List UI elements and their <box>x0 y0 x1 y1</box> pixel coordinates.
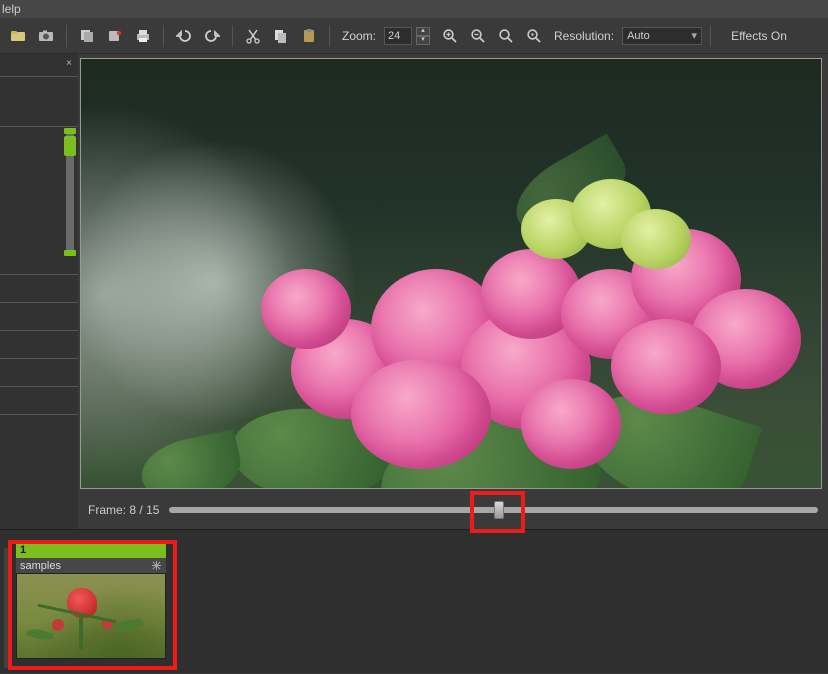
clip-settings-icon[interactable] <box>151 560 162 571</box>
stack-button[interactable] <box>75 24 99 48</box>
toolbar: Zoom: 24 ▴▾ Resolution: Auto Effects On <box>0 18 828 54</box>
frame-label: Frame: 8 / 15 <box>88 503 159 517</box>
zoom-spin-up[interactable]: ▴ <box>416 27 430 36</box>
zoom-in-button[interactable] <box>438 24 462 48</box>
separator <box>710 25 711 47</box>
effects-toggle[interactable]: Effects On <box>731 29 787 43</box>
timeline-panel: 1 samples <box>0 529 828 673</box>
canvas-area <box>78 54 828 491</box>
track-thumb[interactable] <box>64 136 76 156</box>
paste-button[interactable] <box>297 24 321 48</box>
camera-icon <box>38 28 54 44</box>
panel-divider <box>0 76 78 77</box>
track-cap-bottom[interactable] <box>64 250 76 256</box>
print-button[interactable] <box>131 24 155 48</box>
copy-icon <box>273 28 289 44</box>
panel-divider <box>0 126 78 127</box>
zoom-value[interactable]: 24 <box>384 27 412 45</box>
zoom-spin-down[interactable]: ▾ <box>416 36 430 45</box>
zoom-out-icon <box>470 28 486 44</box>
paste-icon <box>301 28 317 44</box>
panel-divider <box>0 358 78 359</box>
open-icon <box>10 28 26 44</box>
preview-pane: Frame: 8 / 15 <box>78 54 828 529</box>
open-button[interactable] <box>6 24 30 48</box>
camera-button[interactable] <box>34 24 58 48</box>
menu-help[interactable]: lelp <box>2 2 21 16</box>
copy-button[interactable] <box>269 24 293 48</box>
clip-index: 1 <box>16 544 166 558</box>
side-panel: × <box>0 54 78 529</box>
separator <box>163 25 164 47</box>
undo-icon <box>176 28 192 44</box>
zoom-fit-button[interactable] <box>494 24 518 48</box>
zoom-out-button[interactable] <box>466 24 490 48</box>
app-window: lelp Zoom: 24 ▴▾ Resolution: Auto Effect… <box>0 0 828 674</box>
body: × <box>0 54 828 529</box>
redo-icon <box>204 28 220 44</box>
preview-canvas[interactable] <box>80 58 822 489</box>
panel-divider <box>0 302 78 303</box>
clip-title-bar: samples <box>16 558 166 573</box>
cut-icon <box>245 28 261 44</box>
zoom-100-button[interactable] <box>522 24 546 48</box>
menubar: lelp <box>0 0 828 18</box>
redo-button[interactable] <box>200 24 224 48</box>
zoom-100-icon <box>526 28 542 44</box>
frame-slider-knob[interactable] <box>494 501 504 519</box>
clip-name: samples <box>20 560 61 572</box>
separator <box>66 25 67 47</box>
frame-slider[interactable] <box>169 507 818 513</box>
resolution-value: Auto <box>627 30 650 42</box>
resolution-select[interactable]: Auto <box>622 27 702 45</box>
separator <box>232 25 233 47</box>
record-button[interactable] <box>103 24 127 48</box>
resolution-label: Resolution: <box>554 29 614 43</box>
clip-thumbnail[interactable] <box>16 573 166 659</box>
zoom-label: Zoom: <box>342 29 376 43</box>
timeline-clip[interactable]: 1 samples <box>16 544 166 659</box>
record-icon <box>107 28 123 44</box>
separator <box>329 25 330 47</box>
zoom-fit-icon <box>498 28 514 44</box>
panel-close-icon[interactable]: × <box>66 58 72 69</box>
panel-divider <box>0 330 78 331</box>
zoom-spinner[interactable]: ▴▾ <box>416 27 430 45</box>
zoom-in-icon <box>442 28 458 44</box>
panel-divider <box>0 274 78 275</box>
panel-divider <box>0 414 78 415</box>
track-cap-top[interactable] <box>64 128 76 134</box>
track-expand-handle[interactable] <box>4 548 10 668</box>
stack-icon <box>79 28 95 44</box>
undo-button[interactable] <box>172 24 196 48</box>
panel-divider <box>0 386 78 387</box>
print-icon <box>135 28 151 44</box>
frame-bar: Frame: 8 / 15 <box>78 491 828 529</box>
cut-button[interactable] <box>241 24 265 48</box>
